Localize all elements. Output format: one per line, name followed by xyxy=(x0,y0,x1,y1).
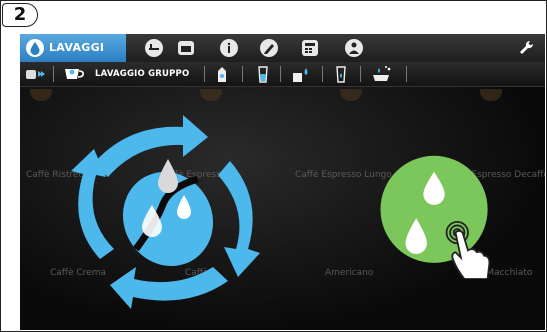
person-icon[interactable] xyxy=(345,39,363,57)
separator xyxy=(280,66,281,82)
group-wash-cycle-icon xyxy=(71,115,260,309)
wrench-icon[interactable] xyxy=(517,39,535,57)
background-cup xyxy=(340,89,362,101)
separator xyxy=(53,66,54,82)
submenu-bar: LAVAGGIO GRUPPO xyxy=(20,62,545,87)
tab-lavaggi-label: LAVAGGI xyxy=(49,41,105,54)
separator xyxy=(322,66,323,82)
glass-icon[interactable] xyxy=(254,65,272,83)
wash-content-area: Caffè Ristretto Caffè Espresso Caffè Esp… xyxy=(20,87,545,330)
separator xyxy=(360,66,361,82)
card-icon[interactable] xyxy=(178,41,194,55)
step-number-badge: 2 xyxy=(2,3,38,27)
glass-drop-icon[interactable] xyxy=(332,65,350,83)
drop-icon xyxy=(26,39,44,57)
submenu-active-label[interactable]: LAVAGGIO GRUPPO xyxy=(95,62,189,86)
info-icon[interactable] xyxy=(220,39,238,57)
tray-icon[interactable] xyxy=(370,65,394,83)
background-cup xyxy=(30,89,52,101)
separator xyxy=(242,66,243,82)
pencil-icon[interactable] xyxy=(260,39,278,57)
cup-icon[interactable] xyxy=(62,65,88,83)
background-cup xyxy=(200,89,222,101)
top-menu-bar: LAVAGGI xyxy=(20,34,545,62)
separator xyxy=(204,66,205,82)
machine-screen: LAVAGGI LAVAGGIO GRUPPO Caffè Ristretto … xyxy=(20,34,545,330)
bed-icon[interactable] xyxy=(145,39,163,57)
milk-carton-icon[interactable] xyxy=(213,65,231,83)
hand-drop-icon[interactable] xyxy=(290,65,312,83)
calculator-icon[interactable] xyxy=(302,40,318,56)
cup-forward-icon[interactable] xyxy=(24,65,45,83)
separator xyxy=(406,66,407,82)
background-cup xyxy=(480,89,502,101)
tab-lavaggi[interactable]: LAVAGGI xyxy=(20,34,126,62)
start-wash-button[interactable] xyxy=(372,154,497,279)
background-product-label: Americano xyxy=(325,268,374,278)
